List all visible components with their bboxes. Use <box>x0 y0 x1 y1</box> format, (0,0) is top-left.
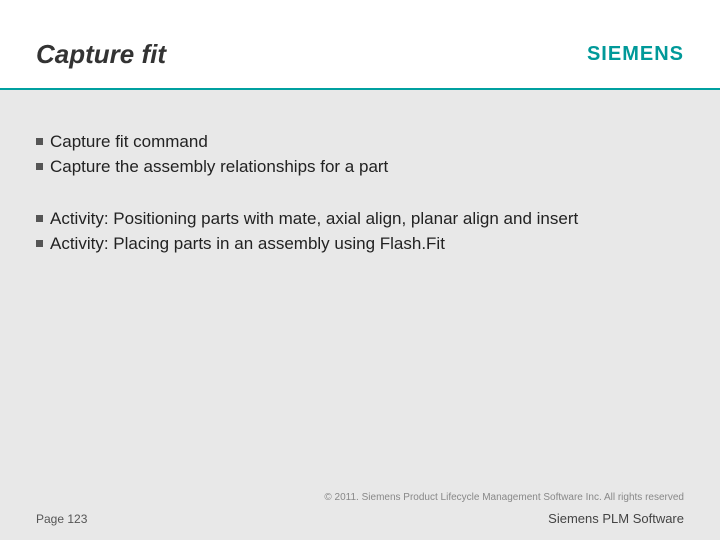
square-bullet-icon <box>36 163 43 170</box>
copyright-text: © 2011. Siemens Product Lifecycle Manage… <box>36 492 684 503</box>
slide-footer: © 2011. Siemens Product Lifecycle Manage… <box>0 492 720 526</box>
siemens-logo: SIEMENS <box>587 43 684 66</box>
list-item: Capture the assembly relationships for a… <box>36 155 684 180</box>
slide-header: Capture fit SIEMENS <box>0 20 720 90</box>
list-item: Activity: Positioning parts with mate, a… <box>36 207 684 232</box>
bullet-text: Activity: Placing parts in an assembly u… <box>50 232 445 257</box>
brand-text: Siemens PLM Software <box>548 511 684 526</box>
bullet-group-1: Capture fit command Capture the assembly… <box>36 130 684 179</box>
bullet-text: Capture fit command <box>50 130 208 155</box>
top-white-bar <box>0 0 720 20</box>
square-bullet-icon <box>36 240 43 247</box>
bullet-text: Capture the assembly relationships for a… <box>50 155 388 180</box>
list-item: Capture fit command <box>36 130 684 155</box>
square-bullet-icon <box>36 138 43 145</box>
square-bullet-icon <box>36 215 43 222</box>
page-number: Page 123 <box>36 512 87 526</box>
bullet-group-2: Activity: Positioning parts with mate, a… <box>36 207 684 256</box>
footer-row: Page 123 Siemens PLM Software <box>36 511 684 526</box>
bullet-text: Activity: Positioning parts with mate, a… <box>50 207 578 232</box>
list-item: Activity: Placing parts in an assembly u… <box>36 232 684 257</box>
slide-content: Capture fit command Capture the assembly… <box>0 90 720 257</box>
slide-title: Capture fit <box>36 39 166 70</box>
